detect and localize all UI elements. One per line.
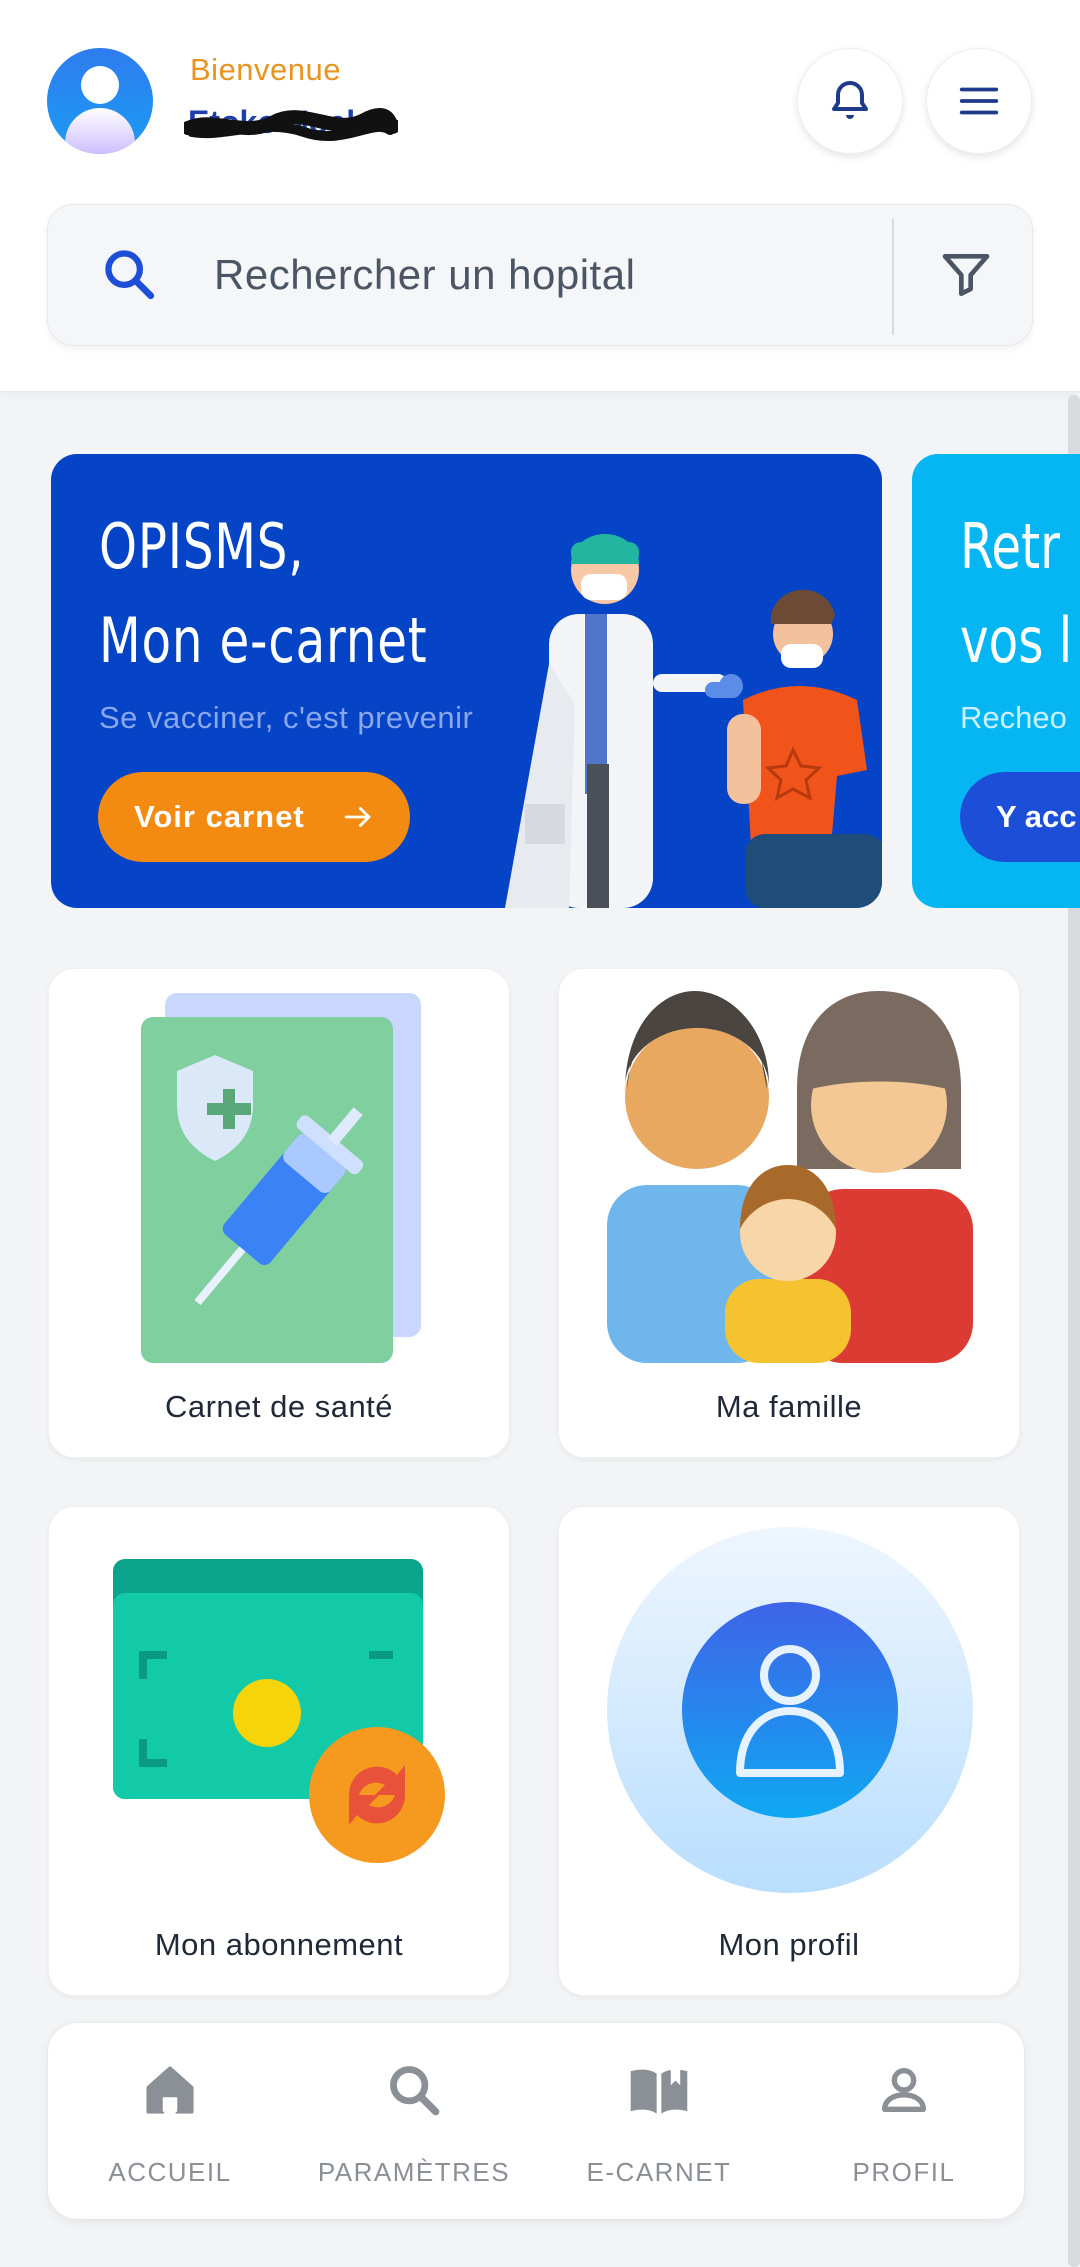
view-carnet-label: Voir carnet (134, 799, 305, 834)
nav-item-accueil[interactable]: ACCUEIL (48, 2023, 292, 2221)
tile-label: Carnet de santé (164, 1389, 394, 1424)
tile-carnet-sante[interactable]: Carnet de santé (48, 968, 510, 1458)
avatar-head (81, 66, 119, 104)
vaccination-illustration (505, 534, 882, 908)
nav-label: ACCUEIL (108, 2157, 232, 2187)
health-record-vaccine-icon (141, 993, 421, 1363)
banner-title-line2: Mon e-carnet (99, 604, 428, 677)
welcome-text: Bienvenue (190, 52, 342, 87)
search-icon (105, 250, 155, 300)
family-icon (607, 991, 973, 1363)
banner-title: OPISMS, Mon e-carnet (99, 500, 428, 688)
nav-label: E-CARNET (586, 2157, 732, 2187)
avatar[interactable] (47, 48, 153, 154)
banner-subtitle: Se vacciner, c'est prevenir (99, 700, 474, 735)
tile-abonnement[interactable]: Mon abonnement (48, 1506, 510, 1996)
search-icon (390, 2066, 440, 2116)
notifications-button[interactable] (797, 48, 903, 154)
tile-label: Mon abonnement (154, 1927, 404, 1962)
person-icon (882, 2068, 926, 2112)
menu-button[interactable] (926, 48, 1032, 154)
tile-famille[interactable]: Ma famille (558, 968, 1020, 1458)
tile-label: Ma famille (715, 1389, 863, 1424)
banner2-cta-button[interactable]: Y acc (960, 772, 1080, 862)
banner2-title: Retr vos l (960, 500, 1072, 688)
avatar-body (65, 108, 135, 154)
app-header: Bienvenue Etoko Noel Rechercher un hopit… (0, 0, 1080, 392)
nav-item-parametres[interactable]: PARAMÈTRES (292, 2023, 536, 2221)
bottom-navigation: ACCUEIL PARAMÈTRES E-CARNET PROFIL (47, 2022, 1025, 2220)
bell-icon (832, 81, 868, 119)
nav-item-profil[interactable]: PROFIL (782, 2023, 1026, 2221)
book-icon (630, 2064, 688, 2114)
profile-icon (607, 1527, 973, 1893)
nav-label: PROFIL (852, 2157, 956, 2187)
banner-ecarnet[interactable]: OPISMS, Mon e-carnet Se vacciner, c'est … (51, 454, 882, 908)
tile-label: Mon profil (718, 1927, 860, 1962)
banner2-title-line1: Retr (960, 510, 1061, 583)
hamburger-menu-icon (959, 87, 999, 115)
banner-hospitals[interactable]: Retr vos l Recheo Y acc (912, 454, 1080, 908)
nav-item-ecarnet[interactable]: E-CARNET (537, 2023, 781, 2221)
banner-title-line1: OPISMS, (99, 510, 305, 583)
redaction-scribble (184, 108, 398, 141)
filter-icon[interactable] (938, 247, 994, 303)
search-input[interactable]: Rechercher un hopital (214, 251, 635, 299)
view-carnet-button[interactable]: Voir carnet (98, 772, 410, 862)
arrow-right-icon (344, 807, 371, 827)
subscription-renewal-icon (113, 1559, 445, 1863)
search-divider (892, 219, 894, 335)
nav-label: PARAMÈTRES (317, 2157, 511, 2187)
tile-profil[interactable]: Mon profil (558, 1506, 1020, 1996)
banner2-title-line2: vos l (960, 604, 1073, 677)
search-bar[interactable]: Rechercher un hopital (47, 204, 1033, 346)
home-icon (146, 2066, 194, 2114)
banner2-subtitle: Recheo (960, 700, 1067, 735)
